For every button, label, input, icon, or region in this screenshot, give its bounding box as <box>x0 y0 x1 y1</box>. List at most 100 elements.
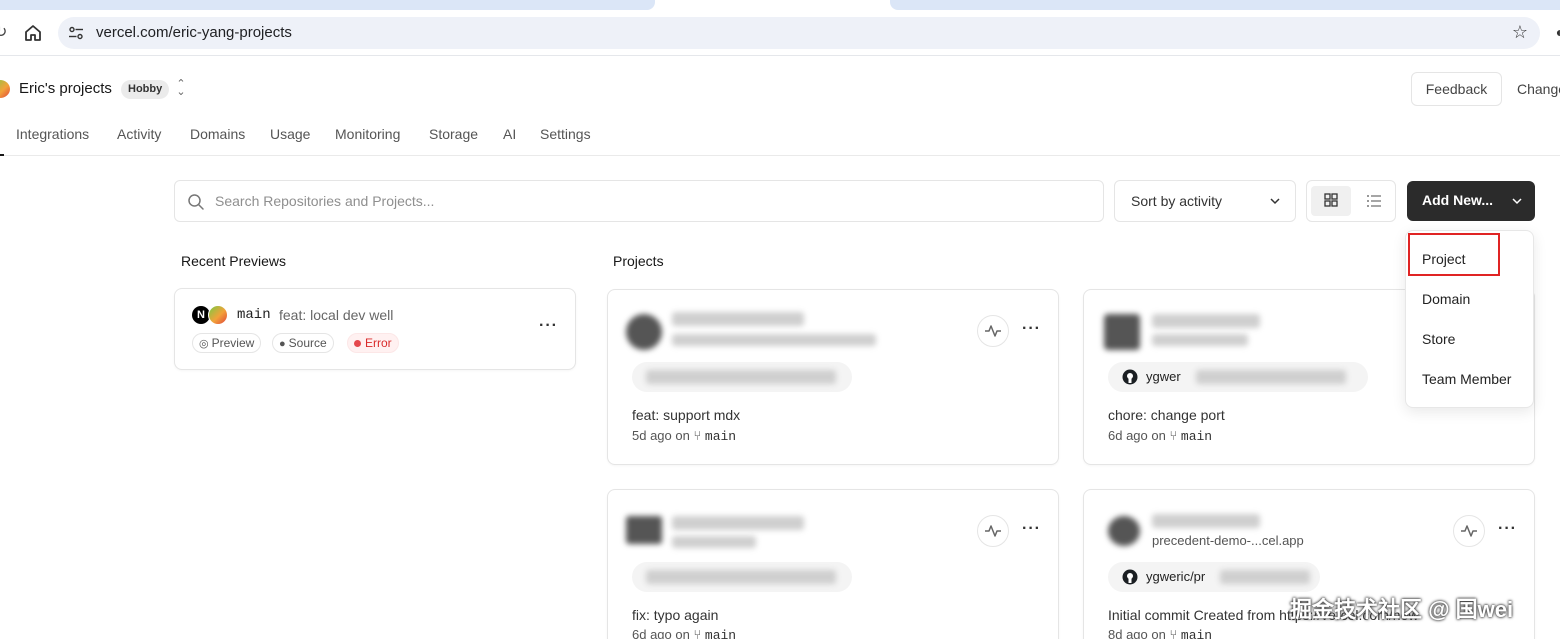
eye-icon: ◎ <box>199 338 209 350</box>
branch-icon: ⑂ <box>693 428 702 443</box>
preview-card[interactable]: N main feat: local dev well ◎ Preview ● So… <box>174 288 576 370</box>
add-new-label: Add New... <box>1422 192 1494 208</box>
repo-name: ygweric/pr <box>1146 569 1206 584</box>
project-url[interactable]: precedent-demo-...cel.app <box>1152 533 1304 548</box>
repo-name: ygwer <box>1146 369 1181 384</box>
preview-link[interactable]: ◎ Preview <box>192 333 262 353</box>
commit-meta: 8d ago on ⑂ main <box>1108 627 1212 639</box>
tab-integrations[interactable]: Integrations <box>16 126 89 142</box>
redacted-repo-name <box>646 570 836 584</box>
project-card[interactable]: ··· feat: support mdx 5d ago on ⑂ main <box>607 289 1059 465</box>
annotation-highlight <box>1408 233 1500 276</box>
view-toggle <box>1306 180 1396 222</box>
projects-title: Projects <box>613 253 664 269</box>
search-box[interactable] <box>174 180 1104 222</box>
repo-link[interactable]: ygweric/pr <box>1108 562 1320 592</box>
source-link[interactable]: ● Source <box>272 333 334 353</box>
team-name[interactable]: Eric's projects <box>19 80 112 97</box>
team-avatar[interactable] <box>0 80 10 98</box>
tab-usage[interactable]: Usage <box>270 126 310 142</box>
team-nav-tabs: Integrations Activity Domains Usage Moni… <box>0 118 1560 156</box>
chevron-down-icon <box>1512 198 1522 205</box>
branch-icon: ⑂ <box>1169 627 1178 639</box>
activity-button[interactable] <box>1453 515 1485 547</box>
recent-previews-title: Recent Previews <box>181 253 287 269</box>
bookmark-star-icon[interactable]: ☆ <box>1512 22 1528 43</box>
feedback-button[interactable]: Feedback <box>1411 72 1502 106</box>
address-bar[interactable]: vercel.com/eric-yang-projects ☆ <box>58 17 1540 49</box>
repo-link[interactable] <box>632 362 852 392</box>
commit-meta: 5d ago on ⑂ main <box>632 428 737 444</box>
commit-message: chore: change port <box>1108 407 1225 423</box>
branch-name: main <box>237 307 271 323</box>
github-icon <box>1122 369 1138 385</box>
redacted-project-name <box>1152 514 1260 528</box>
branch-icon: ⑂ <box>1169 428 1178 443</box>
search-icon <box>188 194 204 210</box>
browser-tab[interactable] <box>890 0 1560 10</box>
project-card[interactable]: ··· fix: typo again 6d ago on ⑂ main <box>607 489 1059 639</box>
redacted-project-name <box>672 312 804 326</box>
avatar <box>208 305 228 325</box>
redacted-project-url <box>672 536 756 548</box>
address-url[interactable]: vercel.com/eric-yang-projects <box>96 24 292 41</box>
redacted-project-name <box>1152 314 1260 328</box>
activity-button[interactable] <box>977 515 1009 547</box>
plan-badge: Hobby <box>121 80 170 99</box>
more-options-button[interactable]: ··· <box>1498 520 1517 538</box>
redacted-repo-name <box>1196 370 1346 384</box>
chevron-down-icon <box>1270 198 1280 205</box>
tab-monitoring[interactable]: Monitoring <box>335 126 400 142</box>
home-icon[interactable] <box>22 22 44 44</box>
error-dot-icon <box>354 340 361 347</box>
grid-icon <box>1324 193 1338 207</box>
status-badge: Error <box>347 333 399 353</box>
tab-ai[interactable]: AI <box>503 126 516 142</box>
menu-item-team-member[interactable]: Team Member <box>1422 371 1511 387</box>
pulse-icon <box>985 325 1001 337</box>
more-options-button[interactable]: ··· <box>539 317 558 335</box>
sort-label: Sort by activity <box>1131 193 1223 209</box>
commit-meta: 6d ago on ⑂ main <box>632 627 736 639</box>
tab-activity[interactable]: Activity <box>117 126 161 142</box>
profile-icon[interactable]: ◖ <box>1554 24 1560 40</box>
redacted-project-url <box>672 334 876 346</box>
redacted-repo-name <box>646 370 836 384</box>
add-new-button[interactable]: Add New... <box>1407 181 1535 221</box>
commit-meta: 6d ago on ⑂ main <box>1108 428 1213 444</box>
tab-domains[interactable]: Domains <box>190 126 245 142</box>
activity-button[interactable] <box>977 315 1009 347</box>
redacted-project-name <box>672 516 804 530</box>
list-view-button[interactable] <box>1355 186 1393 216</box>
menu-item-domain[interactable]: Domain <box>1422 291 1470 307</box>
redacted-repo-name <box>1220 570 1310 584</box>
more-options-button[interactable]: ··· <box>1022 320 1041 338</box>
tab-settings[interactable]: Settings <box>540 126 591 142</box>
pulse-icon <box>985 525 1001 537</box>
site-settings-icon[interactable] <box>68 25 84 41</box>
repo-link[interactable]: ygwer <box>1108 362 1368 392</box>
team-switcher-icon[interactable]: ⌃ ⌄ <box>174 79 188 98</box>
repo-link[interactable] <box>632 562 852 592</box>
avatar <box>1108 516 1140 546</box>
tab-storage[interactable]: Storage <box>429 126 478 142</box>
github-icon <box>1122 569 1138 585</box>
more-options-button[interactable]: ··· <box>1022 520 1041 538</box>
avatar <box>626 314 662 350</box>
avatar <box>626 516 662 544</box>
sort-select[interactable]: Sort by activity <box>1114 180 1296 222</box>
commit-message: fix: typo again <box>632 607 719 623</box>
active-tab-indicator <box>0 154 4 156</box>
commit-message: feat: support mdx <box>632 407 741 423</box>
menu-item-store[interactable]: Store <box>1422 331 1455 347</box>
browser-tab[interactable] <box>0 0 655 10</box>
watermark: 掘金技术社区 @ 国wei <box>1290 597 1514 622</box>
grid-view-button[interactable] <box>1311 186 1351 216</box>
commit-message: feat: local dev well <box>279 307 394 323</box>
list-icon <box>1367 195 1381 207</box>
changelog-link[interactable]: Changelog <box>1517 81 1560 97</box>
redacted-project-url <box>1152 334 1248 346</box>
reload-icon[interactable]: ↻ <box>0 22 10 44</box>
search-input[interactable] <box>215 191 1085 211</box>
avatar <box>1104 314 1140 350</box>
